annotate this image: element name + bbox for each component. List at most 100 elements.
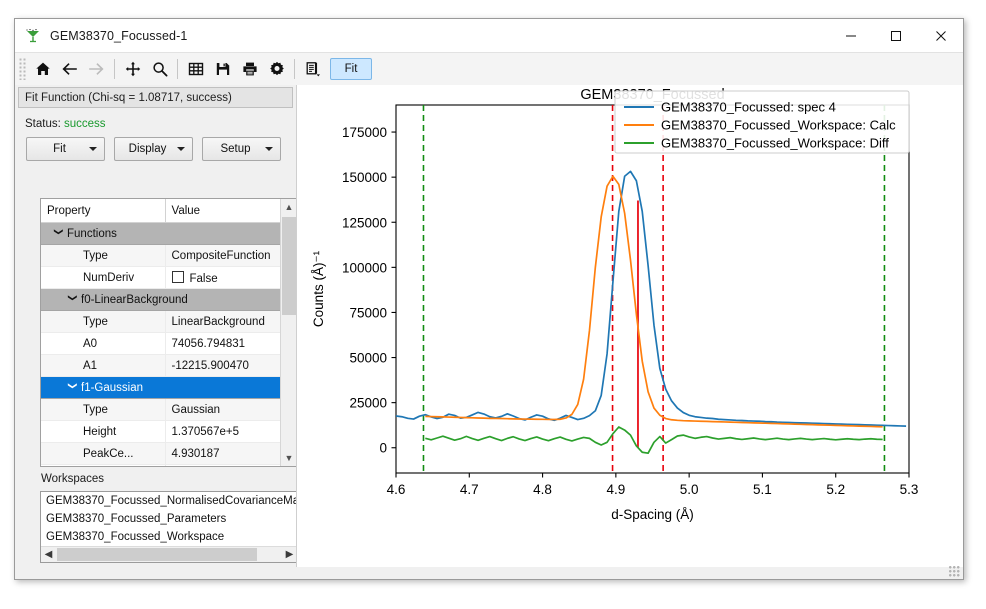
legend-label-1: GEM38370_Focussed_Workspace: Calc [661,118,896,133]
resize-grip[interactable] [949,566,960,577]
workspaces-label: Workspaces [41,473,104,485]
property-row[interactable]: TypeGaussian [41,399,297,421]
property-row[interactable]: Sigma0.028220 [41,465,297,468]
y-tick-label: 175000 [342,125,387,140]
property-group-row[interactable]: ❯f0-LinearBackground [41,289,297,311]
property-row[interactable]: A1-12215.900470 [41,355,297,377]
y-tick-label: 50000 [349,351,387,366]
y-axis-label: Counts (Å)⁻¹ [311,250,326,327]
setup-dropdown-button[interactable]: Setup [202,137,281,161]
fit-plot[interactable]: GEM38370_Focussed4.64.74.84.95.05.15.25.… [297,85,963,567]
scroll-left-icon[interactable]: ◀ [41,547,56,561]
scroll-right-icon[interactable]: ▶ [282,547,297,561]
workspaces-list[interactable]: GEM38370_Focussed_NormalisedCovarianceMa… [40,491,298,563]
workspaces-hscrollbar[interactable]: ◀ ▶ [41,546,297,562]
property-row[interactable]: TypeCompositeFunction [41,245,297,267]
x-axis-label: d-Spacing (Å) [611,507,694,522]
fit-function-header: Fit Function (Chi-sq = 1.08717, success) [18,87,293,108]
x-tick-label: 5.0 [680,482,699,497]
list-item[interactable]: GEM38370_Focussed_Parameters [41,510,297,528]
x-tick-label: 4.9 [606,482,625,497]
title-bar: GEM38370_Focussed-1 [15,19,963,53]
table-header-row: Property Value [41,199,297,223]
property-group-label: ❯f0-LinearBackground [41,289,297,311]
property-name-cell: Height [41,421,165,443]
column-header-value: Value [165,199,281,223]
zoom-magnifier-icon[interactable] [146,56,173,82]
home-icon[interactable] [29,56,56,82]
y-tick-label: 150000 [342,170,387,185]
fit-dropdown-button[interactable]: Fit [26,137,105,161]
chevron-down-icon[interactable]: ❯ [53,228,64,239]
content-area: Fit Function (Chi-sq = 1.08717, success)… [15,85,963,567]
fit-menu-icon[interactable] [299,56,326,82]
property-group-label: ❯f1-Gaussian [41,377,297,399]
hscrollbar-thumb[interactable] [57,548,257,561]
property-row[interactable]: PeakCe...4.930187 [41,443,297,465]
property-value-cell[interactable]: False [165,267,281,289]
property-group-label: ❯Functions [41,223,297,245]
property-group-row[interactable]: ❯Functions [41,223,297,245]
scrollbar-thumb[interactable] [282,217,296,315]
list-item[interactable]: GEM38370_Focussed_Workspace [41,528,297,546]
back-arrow-icon[interactable] [56,56,83,82]
checkbox-icon[interactable] [172,271,184,283]
property-value-cell[interactable]: CompositeFunction [165,245,281,267]
close-button[interactable] [918,19,963,52]
property-value-cell[interactable]: 0.028220 [165,465,281,468]
toolbar-drag-handle[interactable] [19,58,26,80]
pan-move-icon[interactable] [119,56,146,82]
property-row[interactable]: TypeLinearBackground [41,311,297,333]
minimize-button[interactable] [828,19,873,52]
chevron-down-icon [265,147,273,151]
chevron-down-icon [177,147,185,151]
y-tick-label: 100000 [342,260,387,275]
gear-icon[interactable] [263,56,290,82]
save-icon[interactable] [209,56,236,82]
fit-status: Status: success [25,118,296,130]
display-dropdown-button[interactable]: Display [114,137,193,161]
x-tick-label: 5.1 [753,482,772,497]
property-name-cell: Type [41,311,165,333]
property-group-row[interactable]: ❯f1-Gaussian [41,377,297,399]
property-value-cell[interactable]: LinearBackground [165,311,281,333]
maximize-button[interactable] [873,19,918,52]
property-row[interactable]: NumDerivFalse [41,267,297,289]
property-name-cell: A0 [41,333,165,355]
spectrum-peak-icon [24,27,42,45]
fit-toggle-button[interactable]: Fit [330,58,372,80]
scroll-down-icon[interactable]: ▼ [281,450,297,466]
property-row[interactable]: Height1.370567e+5 [41,421,297,443]
scroll-up-icon[interactable]: ▲ [281,199,297,215]
y-tick-label: 125000 [342,215,387,230]
window-title: GEM38370_Focussed-1 [50,29,187,43]
main-window: GEM38370_Focussed-1 [14,18,964,580]
property-row[interactable]: A074056.794831 [41,333,297,355]
plot-pane: GEM38370_Focussed4.64.74.84.95.05.15.25.… [296,85,963,567]
grid-icon[interactable] [182,56,209,82]
print-icon[interactable] [236,56,263,82]
x-tick-label: 5.2 [826,482,845,497]
toolbar-separator [114,59,115,79]
x-tick-label: 4.8 [533,482,552,497]
list-item[interactable]: GEM38370_Focussed_NormalisedCovarianceMa [41,492,297,510]
property-value-cell[interactable]: 4.930187 [165,443,281,465]
chevron-down-icon[interactable]: ❯ [67,382,78,393]
property-table[interactable]: Property Value ❯FunctionsTypeCompositeFu… [40,198,298,467]
y-tick-label: 0 [379,441,387,456]
property-table-scrollbar[interactable]: ▲ ▼ [280,199,297,466]
status-value: success [64,118,106,130]
column-header-property: Property [41,199,165,223]
property-name-cell: NumDeriv [41,267,165,289]
property-value-cell[interactable]: Gaussian [165,399,281,421]
status-bar [15,567,963,579]
chevron-down-icon [89,147,97,151]
property-name-cell: Type [41,399,165,421]
property-value-cell[interactable]: -12215.900470 [165,355,281,377]
forward-arrow-icon [83,56,110,82]
chevron-down-icon[interactable]: ❯ [67,294,78,305]
property-value-cell[interactable]: 1.370567e+5 [165,421,281,443]
property-value-cell[interactable]: 74056.794831 [165,333,281,355]
fit-property-browser: Fit Function (Chi-sq = 1.08717, success)… [15,85,296,567]
y-tick-label: 25000 [349,396,387,411]
